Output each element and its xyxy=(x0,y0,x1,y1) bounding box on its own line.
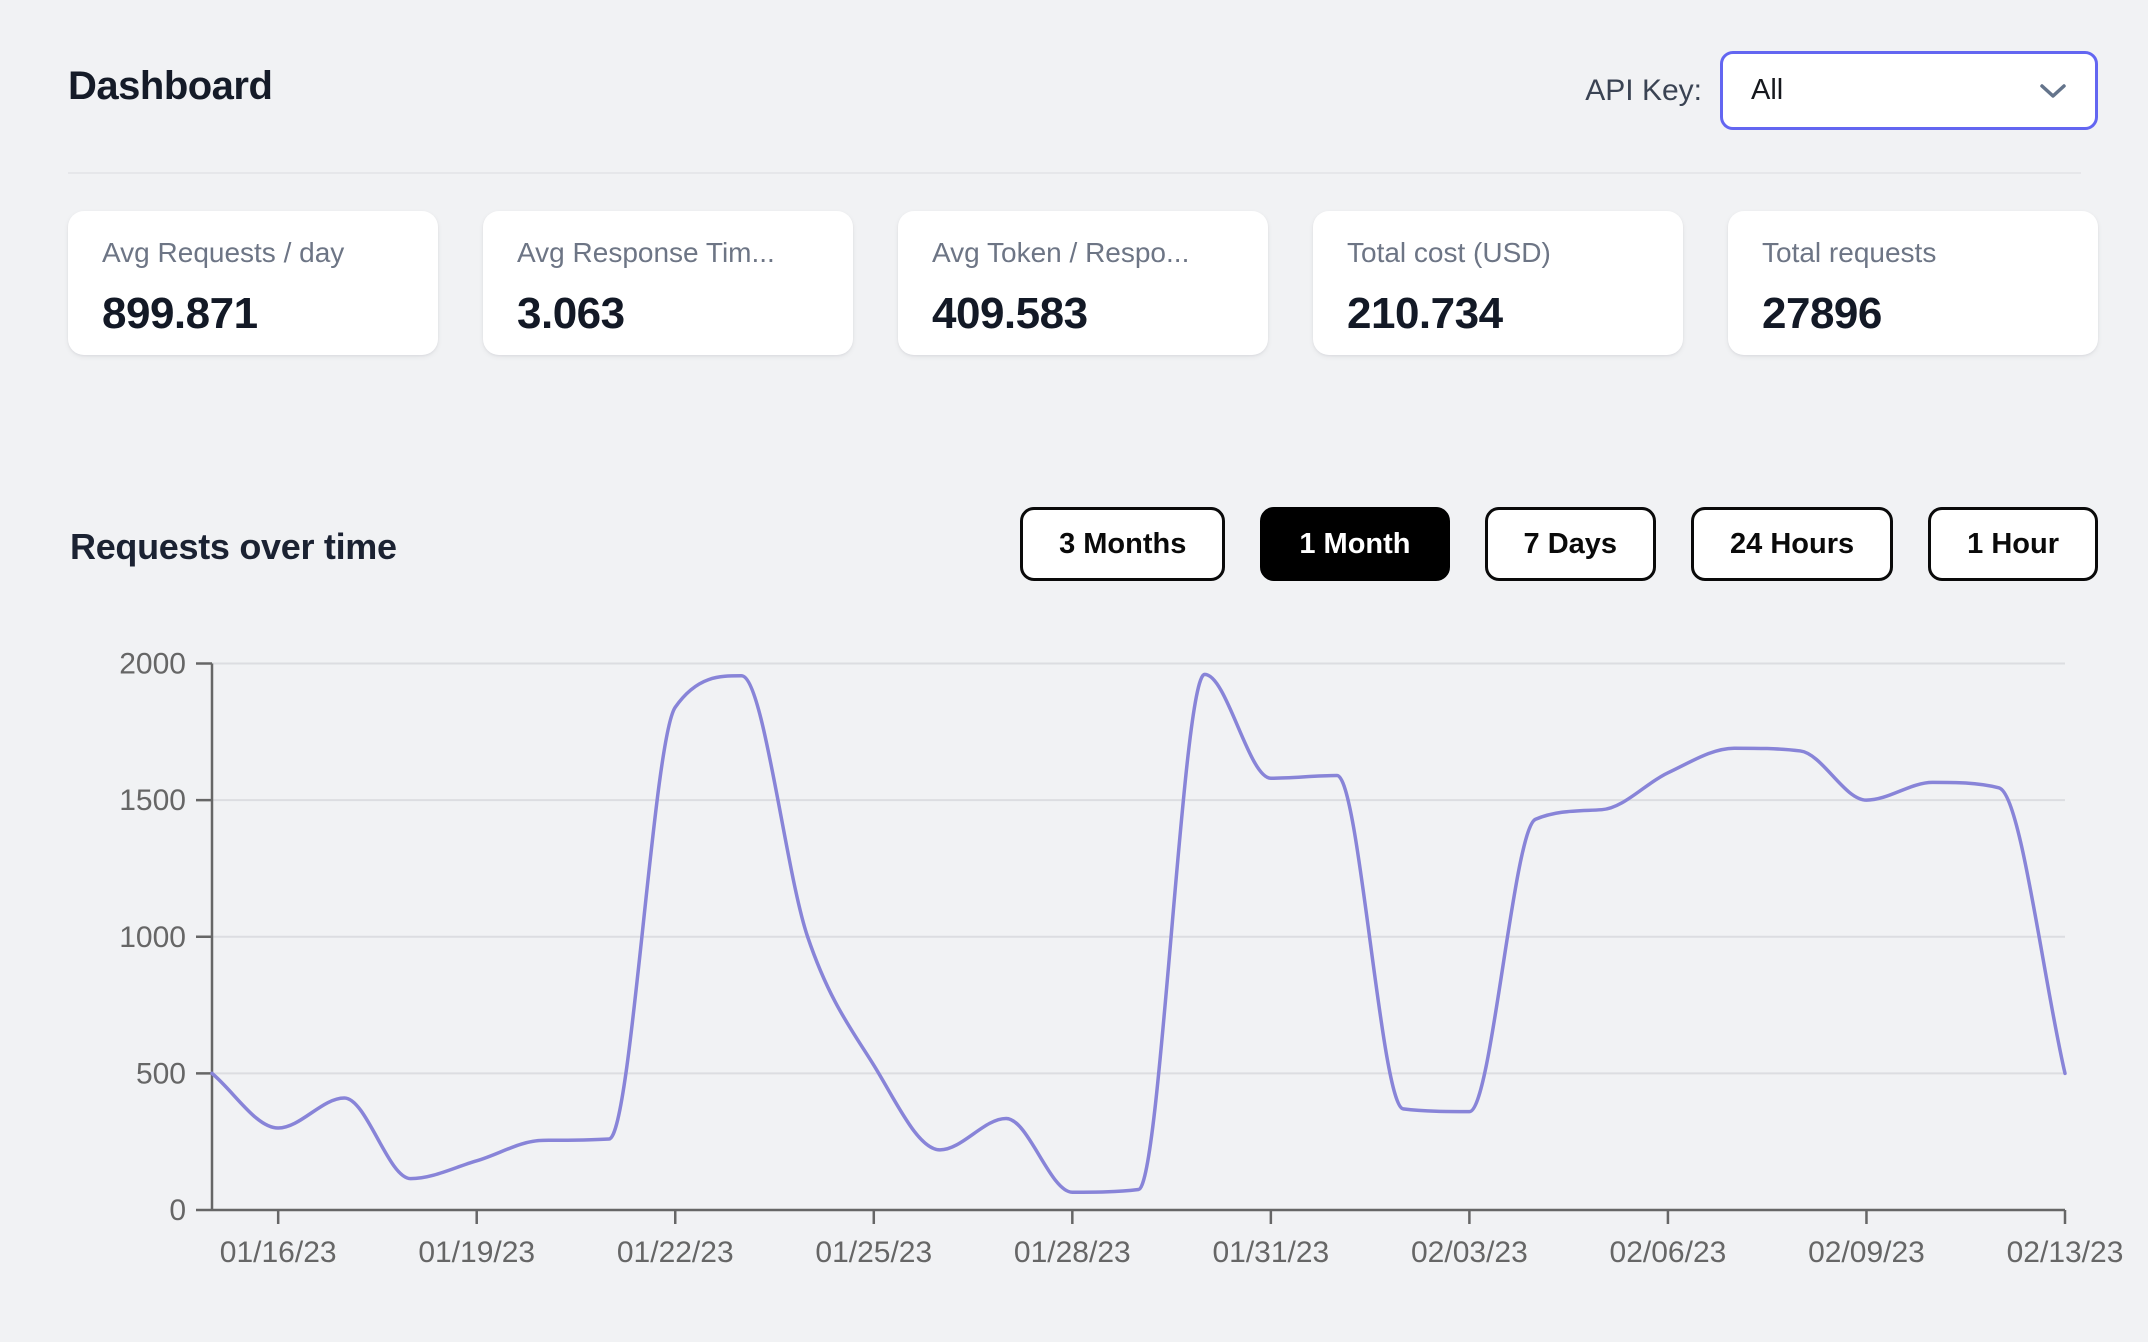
api-key-selected-value: All xyxy=(1751,74,1784,106)
chevron-down-icon xyxy=(2039,83,2067,99)
stat-value: 3.063 xyxy=(517,289,625,338)
api-key-row: API Key: All xyxy=(1500,51,2098,130)
range-button-24-hours[interactable]: 24 Hours xyxy=(1691,507,1894,581)
x-tick-label: 01/28/23 xyxy=(1014,1236,1131,1269)
y-tick-label: 2000 xyxy=(119,648,186,681)
y-tick-label: 1500 xyxy=(119,784,186,817)
stat-label: Avg Response Tim... xyxy=(517,237,775,268)
stat-value: 899.871 xyxy=(102,289,258,338)
stat-card-avg-requests: Avg Requests / day 899.871 xyxy=(68,211,438,355)
x-tick-label: 02/09/23 xyxy=(1808,1236,1925,1269)
stat-card-avg-token: Avg Token / Respo... 409.583 xyxy=(898,211,1268,355)
x-tick-label: 01/19/23 xyxy=(418,1236,535,1269)
stat-label: Total requests xyxy=(1762,237,1937,268)
stat-card-total-requests: Total requests 27896 xyxy=(1728,211,2098,355)
stat-card-total-cost: Total cost (USD) 210.734 xyxy=(1313,211,1683,355)
requests-line-chart: 0 500 1000 1500 2000 01/16/23 01/19/23 01/22/23… xyxy=(119,648,2124,1270)
page-title: Dashboard xyxy=(68,64,273,108)
range-button-3-months[interactable]: 3 Months xyxy=(1020,507,1226,581)
header-divider xyxy=(68,172,2081,174)
x-tick-label: 02/13/23 xyxy=(2007,1236,2124,1269)
y-tick-label: 0 xyxy=(169,1194,186,1227)
stat-label: Total cost (USD) xyxy=(1347,237,1551,268)
x-tick-label: 01/16/23 xyxy=(220,1236,337,1269)
stat-card-avg-response-time: Avg Response Tim... 3.063 xyxy=(483,211,853,355)
stat-value: 210.734 xyxy=(1347,289,1503,338)
range-button-7-days[interactable]: 7 Days xyxy=(1484,507,1657,581)
time-range-button-group: 3 Months 1 Month 7 Days 24 Hours 1 Hour xyxy=(900,507,2098,581)
api-key-select[interactable]: All xyxy=(1720,51,2098,130)
range-button-1-hour[interactable]: 1 Hour xyxy=(1928,507,2098,581)
stat-value: 27896 xyxy=(1762,289,1882,338)
x-tick-label: 02/06/23 xyxy=(1610,1236,1727,1269)
y-tick-label: 1000 xyxy=(119,921,186,954)
range-button-1-month[interactable]: 1 Month xyxy=(1260,507,1450,581)
x-tick-label: 01/25/23 xyxy=(815,1236,932,1269)
stat-value: 409.583 xyxy=(932,289,1088,338)
api-key-label: API Key: xyxy=(1585,73,1702,107)
series-line xyxy=(210,672,2067,1194)
stat-label: Avg Requests / day xyxy=(102,237,345,268)
x-tick-label: 01/31/23 xyxy=(1212,1236,1329,1269)
x-tick-label: 02/03/23 xyxy=(1411,1236,1528,1269)
stat-label: Avg Token / Respo... xyxy=(932,237,1190,268)
x-tick-label: 01/22/23 xyxy=(617,1236,734,1269)
y-tick-label: 500 xyxy=(136,1057,186,1090)
section-title-requests-over-time: Requests over time xyxy=(70,526,397,567)
